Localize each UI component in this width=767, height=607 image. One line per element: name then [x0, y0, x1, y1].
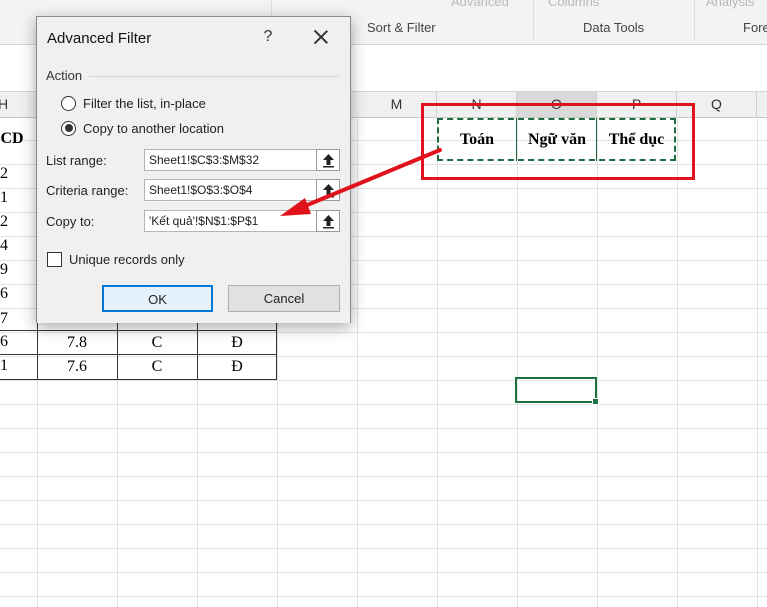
- annotation-arrow-icon: [280, 148, 442, 216]
